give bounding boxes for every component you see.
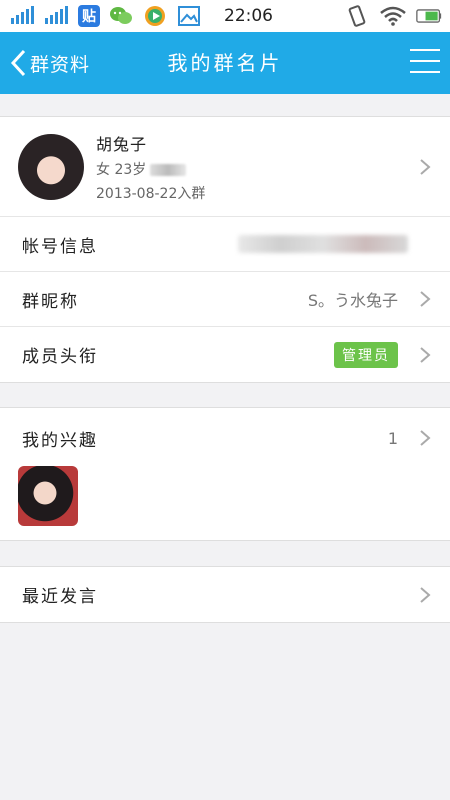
wifi-icon bbox=[380, 5, 406, 27]
recent-posts-label: 最近发言 bbox=[22, 587, 98, 607]
group-nickname-value: S。う水兔子 bbox=[307, 291, 398, 310]
wechat-icon bbox=[108, 5, 134, 27]
group-nickname-row[interactable]: 群昵称 S。う水兔子 bbox=[0, 272, 450, 327]
menu-button[interactable] bbox=[410, 49, 440, 77]
member-title-label: 成员头衔 bbox=[22, 347, 98, 367]
interests-section: 我的兴趣 1 bbox=[0, 407, 450, 541]
profile-row[interactable]: 胡兔子 女 23岁 2013-08-22入群 bbox=[0, 117, 450, 217]
recent-posts-row[interactable]: 最近发言 bbox=[0, 567, 450, 622]
back-button[interactable]: 群资料 bbox=[10, 32, 90, 94]
signal-icon bbox=[10, 5, 36, 27]
interests-row[interactable]: 我的兴趣 1 bbox=[0, 408, 450, 468]
video-player-icon bbox=[142, 5, 168, 27]
chevron-right-icon bbox=[420, 158, 431, 175]
status-bar: 贴 22:06 bbox=[0, 0, 450, 32]
back-label: 群资料 bbox=[30, 53, 91, 76]
interest-thumbnail[interactable] bbox=[18, 466, 78, 526]
chevron-right-icon bbox=[420, 586, 431, 603]
vibrate-icon bbox=[344, 5, 370, 27]
signal-icon-2 bbox=[44, 5, 70, 27]
clock: 22:06 bbox=[224, 6, 273, 26]
member-title-row[interactable]: 成员头衔 管理员 bbox=[0, 327, 450, 382]
account-info-label: 帐号信息 bbox=[22, 236, 98, 257]
battery-icon bbox=[416, 5, 442, 27]
profile-gender-age: 女 23岁 bbox=[96, 161, 147, 178]
profile-name: 胡兔子 bbox=[96, 134, 148, 154]
avatar bbox=[18, 133, 84, 200]
chevron-right-icon bbox=[420, 291, 431, 307]
group-nickname-label: 群昵称 bbox=[22, 291, 79, 312]
tieba-app-icon: 贴 bbox=[78, 5, 100, 27]
account-info-row[interactable]: 帐号信息 bbox=[0, 217, 450, 272]
interests-count: 1 bbox=[387, 428, 398, 448]
card-info-section: 胡兔子 女 23岁 2013-08-22入群 帐号信息 群昵称 S。う水兔子 成… bbox=[0, 116, 450, 383]
nav-bar: 群资料 我的群名片 bbox=[0, 32, 450, 94]
blurred-account bbox=[238, 235, 408, 253]
chevron-right-icon bbox=[420, 346, 431, 363]
profile-join-date: 2013-08-22入群 bbox=[96, 185, 206, 202]
admin-badge: 管理员 bbox=[334, 341, 398, 368]
interests-label: 我的兴趣 bbox=[22, 430, 98, 451]
chevron-right-icon bbox=[420, 430, 431, 446]
recent-section: 最近发言 bbox=[0, 566, 450, 623]
blurred-text bbox=[150, 163, 187, 176]
gallery-icon bbox=[176, 5, 202, 27]
chevron-left-icon bbox=[10, 49, 26, 77]
